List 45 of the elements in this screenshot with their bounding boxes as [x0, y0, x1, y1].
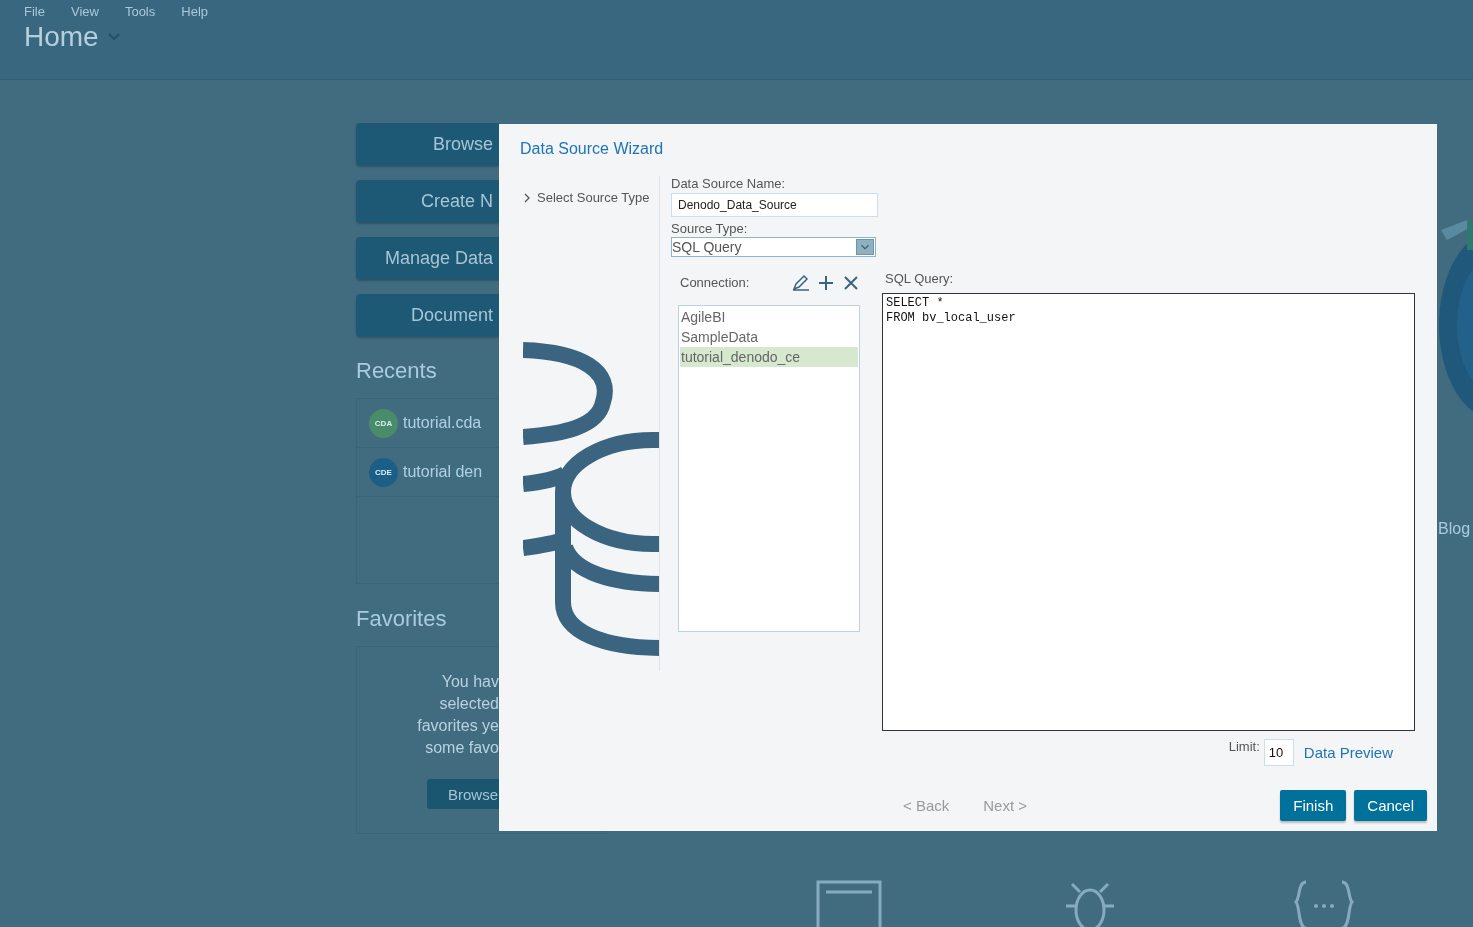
- document-icon: [816, 878, 882, 927]
- menu-item[interactable]: Help: [181, 4, 208, 19]
- close-icon[interactable]: [842, 274, 860, 292]
- menu-item[interactable]: File: [24, 4, 45, 19]
- name-field[interactable]: Denodo_Data_Source: [671, 193, 878, 217]
- sql-editor[interactable]: SELECT * FROM bv_local_user: [882, 293, 1415, 731]
- section-heading: Favorites: [356, 606, 448, 632]
- dialog-button[interactable]: Cancel: [1354, 789, 1427, 821]
- menu-item[interactable]: Tools: [124, 4, 156, 19]
- action-button[interactable]: Create N: [356, 180, 499, 222]
- favorites-message: favorites ye: [416, 716, 500, 736]
- plus-icon[interactable]: [817, 274, 835, 292]
- section-heading: Recents: [356, 358, 438, 384]
- field-label: Source Type:: [671, 221, 749, 237]
- field-label: SQL Query:: [884, 271, 955, 288]
- menu-item[interactable]: View: [70, 4, 99, 19]
- code-braces-icon: [1292, 878, 1356, 927]
- connection-item[interactable]: AgileBI: [680, 307, 858, 327]
- favorites-message: selected: [438, 694, 500, 714]
- dialog-title: Data Source Wizard: [519, 140, 665, 159]
- data-preview-link[interactable]: Data Preview: [1303, 744, 1393, 761]
- file-type-badge: CDA: [369, 408, 398, 438]
- action-button[interactable]: Manage Data: [356, 237, 499, 279]
- wizard-step[interactable]: Select Source Type: [499, 176, 659, 205]
- pencil-icon[interactable]: [792, 274, 810, 292]
- field-label: Limit:: [1228, 739, 1260, 754]
- action-button[interactable]: Document: [356, 294, 499, 336]
- browse-files-button[interactable]: Browse: [427, 779, 500, 809]
- section-heading: Blog: [1438, 520, 1471, 538]
- page-title: Home: [24, 21, 99, 53]
- recent-file-link[interactable]: tutorial.cda: [403, 414, 482, 432]
- field-label: Data Source Name:: [671, 176, 787, 192]
- favorites-message: some favo: [424, 738, 500, 758]
- recent-file-link[interactable]: tutorial den: [403, 463, 483, 481]
- favorites-message: You hav: [440, 672, 500, 692]
- connection-item[interactable]: SampleData: [680, 327, 858, 347]
- source-type-dropdown[interactable]: SQL Query: [671, 237, 876, 257]
- caret-icon: [856, 239, 874, 255]
- action-button[interactable]: Browse: [356, 123, 499, 165]
- chevron-right-icon: [524, 192, 531, 203]
- file-type-badge: CDE: [369, 457, 398, 487]
- limit-field[interactable]: 10: [1263, 739, 1294, 766]
- connection-item[interactable]: tutorial_denodo_ce: [680, 347, 858, 367]
- field-label: Connection:: [679, 275, 751, 291]
- dialog-button[interactable]: Finish: [1280, 789, 1347, 821]
